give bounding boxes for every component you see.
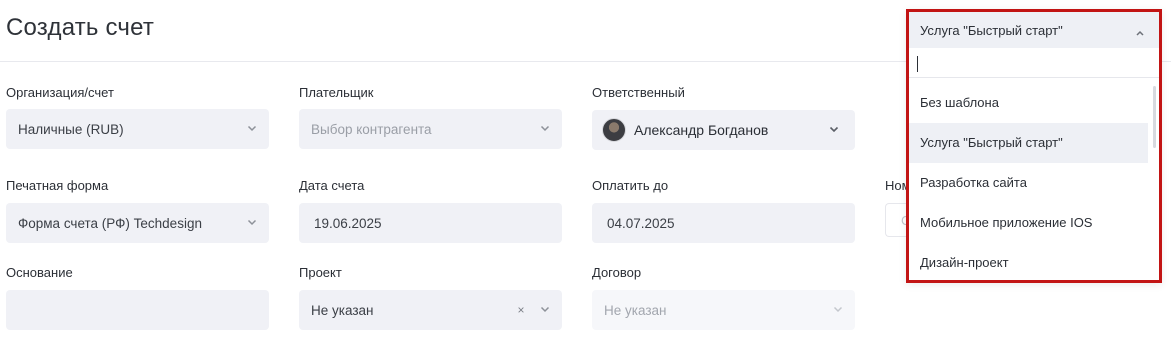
dropdown-option[interactable]: Услуга "Быстрый старт" [909, 123, 1148, 163]
invoice-date-input[interactable]: 19.06.2025 [299, 203, 562, 243]
payer-select[interactable]: Выбор контрагента [299, 109, 562, 149]
chevron-up-icon [1135, 25, 1145, 36]
basis-label: Основание [6, 265, 73, 280]
print-form-label: Печатная форма [6, 178, 109, 193]
dropdown-option[interactable]: Дизайн-проект [909, 243, 1159, 280]
pay-by-label: Оплатить до [592, 178, 669, 193]
chevron-down-icon [540, 304, 550, 314]
project-label: Проект [299, 265, 342, 280]
print-form-select[interactable]: Форма счета (РФ) Techdesign [6, 203, 269, 243]
page-title: Создать счет [6, 14, 155, 41]
chevron-down-icon [540, 123, 550, 133]
organization-value: Наличные (RUB) [18, 121, 124, 137]
dropdown-option[interactable]: Разработка сайта [909, 163, 1159, 203]
responsible-select[interactable]: Александр Богданов [592, 110, 855, 150]
responsible-label: Ответственный [592, 85, 685, 100]
pay-by-value: 04.07.2025 [607, 215, 675, 231]
chevron-down-icon [247, 123, 257, 133]
invoice-date-value: 19.06.2025 [314, 215, 382, 231]
template-selected-value: Услуга "Быстрый старт" [920, 23, 1063, 38]
dropdown-option[interactable]: Мобильное приложение IOS [909, 203, 1159, 243]
avatar [602, 118, 626, 142]
print-form-value: Форма счета (РФ) Techdesign [18, 215, 202, 231]
clear-icon[interactable]: × [516, 303, 526, 317]
dropdown-option[interactable]: Без шаблона [909, 83, 1159, 123]
invoice-date-label: Дата счета [299, 178, 365, 193]
contract-placeholder: Не указан [604, 302, 667, 318]
template-dropdown[interactable]: Услуга "Быстрый старт" Без шаблона Услуг… [906, 9, 1162, 283]
organization-label: Организация/счет [6, 85, 114, 100]
text-cursor [917, 56, 918, 72]
pay-by-input[interactable]: 04.07.2025 [592, 203, 855, 243]
basis-input[interactable] [6, 290, 269, 330]
template-search-input[interactable] [909, 48, 1159, 78]
chevron-down-icon [247, 217, 257, 227]
contract-label: Договор [592, 265, 642, 280]
payer-placeholder: Выбор контрагента [311, 121, 432, 137]
template-select-current[interactable]: Услуга "Быстрый старт" [909, 12, 1159, 48]
organization-select[interactable]: Наличные (RUB) [6, 109, 269, 149]
responsible-value: Александр Богданов [634, 122, 769, 138]
template-options-list: Без шаблона Услуга "Быстрый старт" Разра… [909, 83, 1159, 280]
scrollbar[interactable] [1153, 86, 1156, 148]
project-value: Не указан [311, 302, 374, 318]
contract-select[interactable]: Не указан [592, 290, 855, 330]
chevron-down-icon [829, 124, 839, 134]
payer-label: Плательщик [299, 85, 374, 100]
chevron-down-icon [833, 304, 843, 314]
project-select[interactable]: Не указан × [299, 290, 562, 330]
